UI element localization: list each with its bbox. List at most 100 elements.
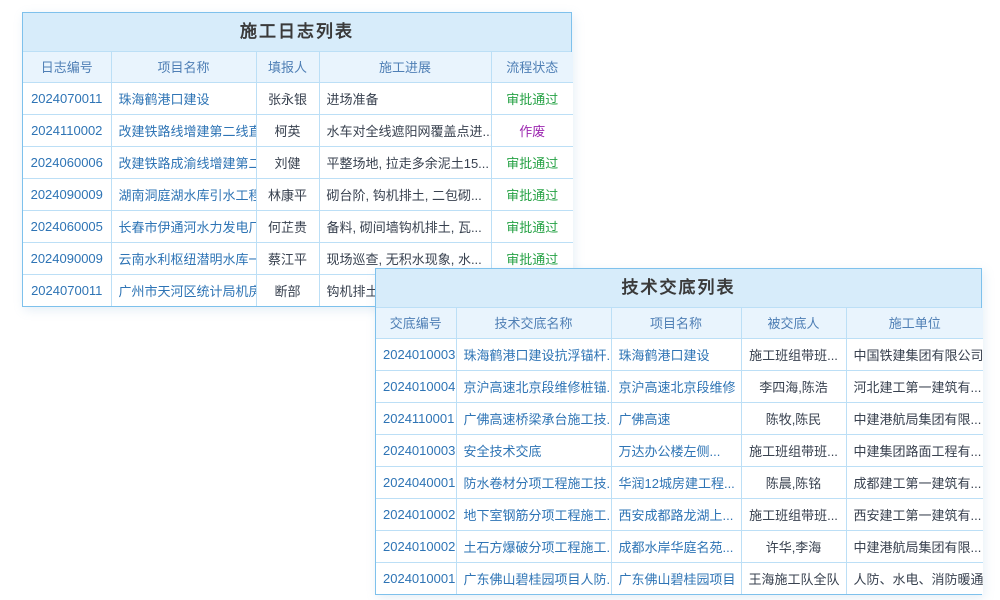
technical-disclosure-header-row: 交底编号技术交底名称项目名称被交底人施工单位: [376, 308, 983, 338]
project-name-cell[interactable]: 广州市天河区统计局机房...: [111, 274, 256, 306]
technical-disclosure-body: 2024010003珠海鹤港口建设抗浮锚杆...珠海鹤港口建设施工班组带班...…: [376, 338, 983, 594]
recipients-cell: 李四海,陈浩: [741, 370, 846, 402]
construction-log-header-row: 日志编号项目名称填报人施工进展流程状态: [23, 52, 573, 82]
progress-cell: 进场准备: [319, 82, 491, 114]
disclosure-id-cell[interactable]: 2024010003: [376, 434, 456, 466]
recipients-cell: 陈牧,陈民: [741, 402, 846, 434]
col-status: 流程状态: [491, 52, 573, 82]
disclosure-id-cell[interactable]: 2024110001: [376, 402, 456, 434]
reporter-cell: 林康平: [256, 178, 319, 210]
project-name-cell[interactable]: 成都水岸华庭名苑...: [611, 530, 741, 562]
project-name-cell[interactable]: 珠海鹤港口建设: [111, 82, 256, 114]
status-cell: 作废: [491, 114, 573, 146]
reporter-cell: 柯英: [256, 114, 319, 146]
recipients-cell: 王海施工队全队: [741, 562, 846, 594]
construction-unit-cell: 中建集团路面工程有...: [846, 434, 983, 466]
table-row: 2024040001防水卷材分项工程施工技...华润12城房建工程...陈晨,陈…: [376, 466, 983, 498]
table-row: 2024010001广东佛山碧桂园项目人防...广东佛山碧桂园项目王海施工队全队…: [376, 562, 983, 594]
disclosure-name-cell[interactable]: 广东佛山碧桂园项目人防...: [456, 562, 611, 594]
project-name-cell[interactable]: 云南水利枢纽潜明水库一...: [111, 242, 256, 274]
table-row: 2024010003珠海鹤港口建设抗浮锚杆...珠海鹤港口建设施工班组带班...…: [376, 338, 983, 370]
col-disclosure-name: 技术交底名称: [456, 308, 611, 338]
disclosure-id-cell[interactable]: 2024010002: [376, 498, 456, 530]
project-name-cell[interactable]: 湖南洞庭湖水库引水工程...: [111, 178, 256, 210]
table-row: 2024060006改建铁路成渝线增建第二...刘健平整场地, 拉走多余泥土15…: [23, 146, 573, 178]
recipients-cell: 施工班组带班...: [741, 338, 846, 370]
col-log-id: 日志编号: [23, 52, 111, 82]
technical-disclosure-panel: 技术交底列表 交底编号技术交底名称项目名称被交底人施工单位 2024010003…: [375, 268, 982, 595]
recipients-cell: 施工班组带班...: [741, 498, 846, 530]
progress-cell: 水车对全线遮阳网覆盖点进...: [319, 114, 491, 146]
construction-unit-cell: 西安建工第一建筑有...: [846, 498, 983, 530]
construction-unit-cell: 成都建工第一建筑有...: [846, 466, 983, 498]
disclosure-name-cell[interactable]: 防水卷材分项工程施工技...: [456, 466, 611, 498]
project-name-cell[interactable]: 万达办公楼左侧...: [611, 434, 741, 466]
reporter-cell: 何芷贵: [256, 210, 319, 242]
status-cell: 审批通过: [491, 146, 573, 178]
construction-log-panel: 施工日志列表 日志编号项目名称填报人施工进展流程状态 2024070011珠海鹤…: [22, 12, 572, 307]
disclosure-name-cell[interactable]: 地下室钢筋分项工程施工...: [456, 498, 611, 530]
table-row: 2024010003安全技术交底万达办公楼左侧...施工班组带班...中建集团路…: [376, 434, 983, 466]
disclosure-name-cell[interactable]: 安全技术交底: [456, 434, 611, 466]
col-project-name: 项目名称: [611, 308, 741, 338]
project-name-cell[interactable]: 华润12城房建工程...: [611, 466, 741, 498]
recipients-cell: 陈晨,陈铭: [741, 466, 846, 498]
col-project-name: 项目名称: [111, 52, 256, 82]
technical-disclosure-title: 技术交底列表: [376, 269, 981, 308]
disclosure-id-cell[interactable]: 2024010002: [376, 530, 456, 562]
reporter-cell: 断部: [256, 274, 319, 306]
log-id-cell[interactable]: 2024070011: [23, 274, 111, 306]
table-row: 2024060005长春市伊通河水力发电厂...何芷贵备料, 砌间墙钩机排土, …: [23, 210, 573, 242]
reporter-cell: 张永银: [256, 82, 319, 114]
col-construction-unit: 施工单位: [846, 308, 983, 338]
log-id-cell[interactable]: 2024060005: [23, 210, 111, 242]
construction-unit-cell: 中建港航局集团有限...: [846, 402, 983, 434]
log-id-cell[interactable]: 2024090009: [23, 242, 111, 274]
disclosure-name-cell[interactable]: 珠海鹤港口建设抗浮锚杆...: [456, 338, 611, 370]
log-id-cell[interactable]: 2024060006: [23, 146, 111, 178]
project-name-cell[interactable]: 西安成都路龙湖上...: [611, 498, 741, 530]
table-row: 2024110002改建铁路线增建第二线直...柯英水车对全线遮阳网覆盖点进..…: [23, 114, 573, 146]
log-id-cell[interactable]: 2024070011: [23, 82, 111, 114]
table-row: 2024010002土石方爆破分项工程施工...成都水岸华庭名苑...许华,李海…: [376, 530, 983, 562]
construction-unit-cell: 中国铁建集团有限公司: [846, 338, 983, 370]
table-row: 2024010004京沪高速北京段维修桩锚...京沪高速北京段维修李四海,陈浩河…: [376, 370, 983, 402]
project-name-cell[interactable]: 珠海鹤港口建设: [611, 338, 741, 370]
log-id-cell[interactable]: 2024090009: [23, 178, 111, 210]
project-name-cell[interactable]: 改建铁路成渝线增建第二...: [111, 146, 256, 178]
recipients-cell: 许华,李海: [741, 530, 846, 562]
disclosure-name-cell[interactable]: 广佛高速桥梁承台施工技...: [456, 402, 611, 434]
status-cell: 审批通过: [491, 82, 573, 114]
construction-log-title: 施工日志列表: [23, 13, 571, 52]
col-recipients: 被交底人: [741, 308, 846, 338]
disclosure-id-cell[interactable]: 2024010001: [376, 562, 456, 594]
disclosure-id-cell[interactable]: 2024010004: [376, 370, 456, 402]
col-reporter: 填报人: [256, 52, 319, 82]
disclosure-name-cell[interactable]: 京沪高速北京段维修桩锚...: [456, 370, 611, 402]
page: 施工日志列表 日志编号项目名称填报人施工进展流程状态 2024070011珠海鹤…: [0, 0, 1000, 600]
status-cell: 审批通过: [491, 178, 573, 210]
technical-disclosure-table: 交底编号技术交底名称项目名称被交底人施工单位 2024010003珠海鹤港口建设…: [376, 308, 983, 594]
project-name-cell[interactable]: 京沪高速北京段维修: [611, 370, 741, 402]
construction-unit-cell: 中建港航局集团有限...: [846, 530, 983, 562]
project-name-cell[interactable]: 长春市伊通河水力发电厂...: [111, 210, 256, 242]
project-name-cell[interactable]: 广东佛山碧桂园项目: [611, 562, 741, 594]
project-name-cell[interactable]: 广佛高速: [611, 402, 741, 434]
col-progress: 施工进展: [319, 52, 491, 82]
construction-unit-cell: 人防、水电、消防暖通...: [846, 562, 983, 594]
project-name-cell[interactable]: 改建铁路线增建第二线直...: [111, 114, 256, 146]
disclosure-id-cell[interactable]: 2024040001: [376, 466, 456, 498]
status-cell: 审批通过: [491, 210, 573, 242]
progress-cell: 备料, 砌间墙钩机排土, 瓦...: [319, 210, 491, 242]
disclosure-id-cell[interactable]: 2024010003: [376, 338, 456, 370]
disclosure-name-cell[interactable]: 土石方爆破分项工程施工...: [456, 530, 611, 562]
table-row: 2024090009湖南洞庭湖水库引水工程...林康平砌台阶, 钩机排土, 二包…: [23, 178, 573, 210]
table-row: 2024070011珠海鹤港口建设张永银进场准备审批通过: [23, 82, 573, 114]
log-id-cell[interactable]: 2024110002: [23, 114, 111, 146]
progress-cell: 平整场地, 拉走多余泥土15...: [319, 146, 491, 178]
table-row: 2024110001广佛高速桥梁承台施工技...广佛高速陈牧,陈民中建港航局集团…: [376, 402, 983, 434]
table-row: 2024010002地下室钢筋分项工程施工...西安成都路龙湖上...施工班组带…: [376, 498, 983, 530]
progress-cell: 砌台阶, 钩机排土, 二包砌...: [319, 178, 491, 210]
col-disclosure-id: 交底编号: [376, 308, 456, 338]
construction-unit-cell: 河北建工第一建筑有...: [846, 370, 983, 402]
